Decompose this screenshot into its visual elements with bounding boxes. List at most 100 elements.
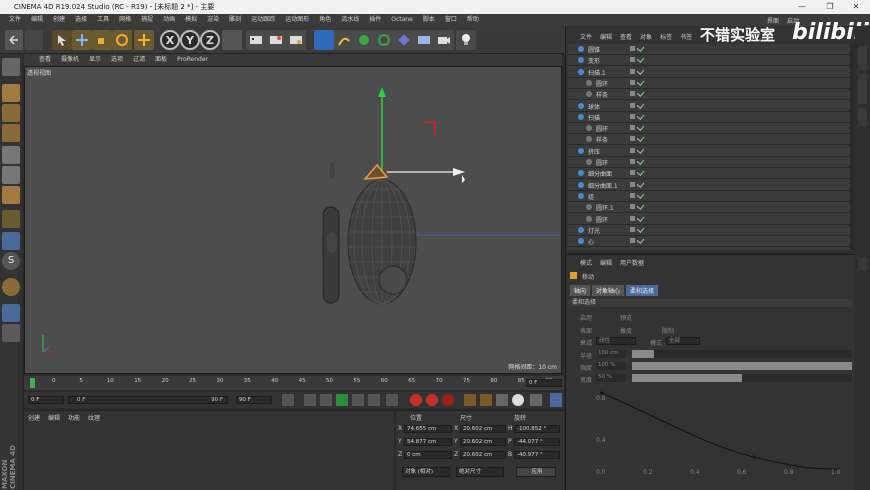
start-frame-field[interactable]: 0 F [28,396,64,404]
position-field[interactable]: 74.655 cm [404,425,452,433]
perspective-viewport[interactable]: 透视视图 网格间距：10 cm [24,66,562,374]
move-tool-icon[interactable] [72,30,92,50]
attribute-tab[interactable]: 柔和选择 [626,285,659,296]
minimize-button[interactable]: — [788,0,816,14]
material-menu-item[interactable]: 创建 [28,413,40,422]
play-forward-icon[interactable] [336,394,348,406]
menu-item[interactable]: 脚本 [418,14,440,26]
menu-item[interactable]: 捕捉 [136,14,158,26]
snap-icon[interactable]: S [2,252,20,270]
render-settings-icon[interactable] [286,30,306,50]
rotate-tool-icon[interactable] [112,30,132,50]
slider-track[interactable] [632,374,852,382]
material-menu-item[interactable]: 编辑 [48,413,60,422]
mode-select[interactable]: 全部 [666,337,700,345]
object-row[interactable]: 圆环 [568,123,850,135]
paint-icon[interactable] [2,324,20,342]
visibility-toggle[interactable] [630,113,635,119]
enable-axis-icon[interactable] [2,210,20,228]
position-field[interactable]: 0 cm [404,451,452,459]
enable-check-icon[interactable] [636,89,645,98]
menu-item[interactable]: 帮助 [462,14,484,26]
object-menu-item[interactable]: 文件 [580,32,592,41]
falloff-select[interactable]: 线性 [596,337,636,345]
size-mode-select[interactable]: 绝对尺寸 [456,467,504,477]
magnet-icon[interactable] [2,278,20,296]
edges-mode-icon[interactable] [2,166,20,184]
object-row[interactable]: 圆环 [568,157,850,168]
material-menu-item[interactable]: 纹理 [88,413,100,422]
side-tab-content[interactable] [858,74,867,104]
object-row[interactable]: 细分曲面 [568,168,850,180]
key-rotation-icon[interactable] [496,394,508,406]
enable-check-icon[interactable] [636,100,645,109]
object-row[interactable]: 样条 [568,134,850,146]
autokey-icon[interactable] [426,394,438,406]
visibility-toggle[interactable] [630,204,635,210]
key-param-icon[interactable] [512,394,524,406]
menu-item[interactable]: 文件 [4,14,26,26]
viewport-menu-item[interactable]: 过滤 [128,54,150,66]
enable-check-icon[interactable] [636,168,645,177]
next-frame-icon[interactable] [352,394,364,406]
x-axis-lock-button[interactable]: X [160,30,180,50]
viewport-menu-item[interactable]: 选项 [106,54,128,66]
menu-item[interactable]: 渲染 [202,14,224,26]
slider-value-field[interactable]: 50 % [596,374,626,382]
enable-check-icon[interactable] [636,66,645,75]
attribute-nav-arrows[interactable] [778,258,848,266]
menu-item[interactable]: 窗口 [440,14,462,26]
visibility-toggle[interactable] [630,181,635,187]
end-frame-field[interactable]: 90 F [236,396,272,404]
visibility-toggle[interactable] [630,159,635,164]
attribute-menu-item[interactable]: 用户数据 [620,258,644,267]
object-row[interactable]: 扫描.1 [568,66,850,78]
key-position-icon[interactable] [464,394,476,406]
key-scale-icon[interactable] [480,394,492,406]
visibility-toggle[interactable] [630,79,635,85]
close-button[interactable]: ✕ [842,0,870,14]
undo-icon[interactable] [5,30,23,50]
timeline-ruler[interactable]: 051015202530354045505560657075808590 0 F [24,376,564,390]
visibility-toggle[interactable] [630,170,635,176]
go-to-start-icon[interactable] [282,394,294,406]
workplane-icon[interactable] [2,124,20,142]
object-row[interactable]: 样条 [568,89,850,101]
pen-spline-icon[interactable] [334,30,354,50]
attribute-tab[interactable]: 轴向 [570,285,591,296]
light-icon[interactable] [456,30,476,50]
object-row[interactable]: 变形 [568,55,850,67]
menu-item[interactable]: 雕刻 [224,14,246,26]
enable-check-icon[interactable] [636,134,645,143]
polygons-mode-icon[interactable] [2,186,20,204]
viewport-menu-item[interactable]: 查看 [34,54,56,66]
visibility-toggle[interactable] [630,192,635,198]
floor-icon[interactable] [414,30,434,50]
object-row[interactable]: 挤压 [568,145,850,157]
last-tool-icon[interactable] [134,30,154,50]
position-field[interactable]: 54.877 cm [404,438,452,446]
object-row[interactable]: 细分曲面.1 [568,179,850,191]
object-row[interactable]: 圆锥 [568,44,850,55]
menu-item[interactable]: 创建 [48,14,70,26]
object-menu-item[interactable]: 编辑 [600,32,612,41]
object-menu-item[interactable]: 查看 [620,32,632,41]
camera-icon[interactable] [434,30,454,50]
previous-frame-icon[interactable] [320,394,332,406]
visibility-toggle[interactable] [630,68,635,74]
live-selection-icon[interactable] [52,30,72,50]
coordinate-system-icon[interactable] [222,30,242,50]
menu-item[interactable]: 动画 [158,14,180,26]
slider-track[interactable] [632,362,852,370]
side-tab-layers[interactable] [858,108,867,126]
enable-check-icon[interactable] [636,111,645,120]
visibility-toggle[interactable] [630,226,635,232]
rotation-field[interactable]: -40.977 ° [514,451,560,459]
current-frame-field[interactable]: 0 F [526,379,562,387]
sculpt-layer-icon[interactable] [2,304,20,322]
side-tab-attributes[interactable] [858,258,867,270]
attribute-tab[interactable]: 对象轴心 [592,285,625,296]
menu-item[interactable]: 插件 [364,14,386,26]
enable-check-icon[interactable] [636,213,645,222]
apply-button[interactable]: 应用 [516,467,556,477]
